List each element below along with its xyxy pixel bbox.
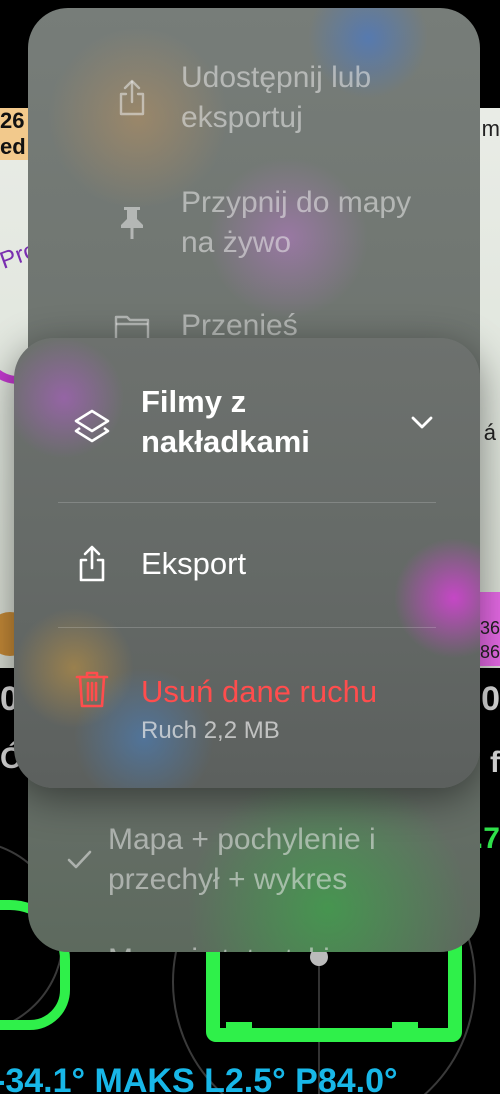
menu-item-layout-selected[interactable]: Mapa + pochylenie i przechył + wykres [28,820,480,904]
delete-motion-data-button[interactable]: Usuń dane ruchu Ruch 2,2 MB [14,644,480,754]
badge-line-2: ed [0,134,26,159]
menu-item-pin[interactable]: Przypnij do mapy na żywo [28,183,480,267]
layers-icon [74,409,110,443]
menu-item-share-label: Udostępnij lub eksportuj [181,61,372,134]
background-right-char-f: f [490,746,500,779]
menu-divider [58,627,436,628]
trash-icon [75,671,109,708]
background-right-digit: 0 [481,680,500,718]
delete-motion-data-label: Usuń dane ruchu [141,674,378,709]
chevron-down-icon [411,416,433,429]
overlay-videos-title: Filmy z nakładkami [141,384,310,459]
badge-line-1: 26 [0,108,25,133]
share-icon [79,545,105,582]
pin-icon [121,207,143,239]
export-button[interactable]: Eksport [14,528,480,602]
share-icon [119,79,145,116]
background-right-char: á [483,420,496,445]
menu-item-layout-selected-label: Mapa + pochylenie i przechył + wykres [108,823,376,896]
overlay-videos-submenu-header[interactable]: Filmy z nakładkami [14,378,480,468]
checkmark-icon [67,850,92,869]
background-right-label: m [481,116,500,141]
menu-item-share[interactable]: Udostępnij lub eksportuj [28,58,480,142]
export-label: Eksport [141,546,247,581]
motion-data-size: Ruch 2,2 MB [141,717,280,744]
front-context-menu: Filmy z nakładkami Eksport Usuń dane ruc… [14,338,480,788]
menu-item-layout-stats-label: Mapa i statystyki [108,940,448,952]
menu-divider [58,502,436,503]
background-readout: -34.1° MAKS L2.5° P84.0° [0,1062,398,1094]
menu-item-layout-stats[interactable]: Mapa i statystyki [28,940,480,952]
menu-item-pin-label: Przypnij do mapy na żywo [181,186,412,259]
background-badge: 26 ed [0,108,28,160]
